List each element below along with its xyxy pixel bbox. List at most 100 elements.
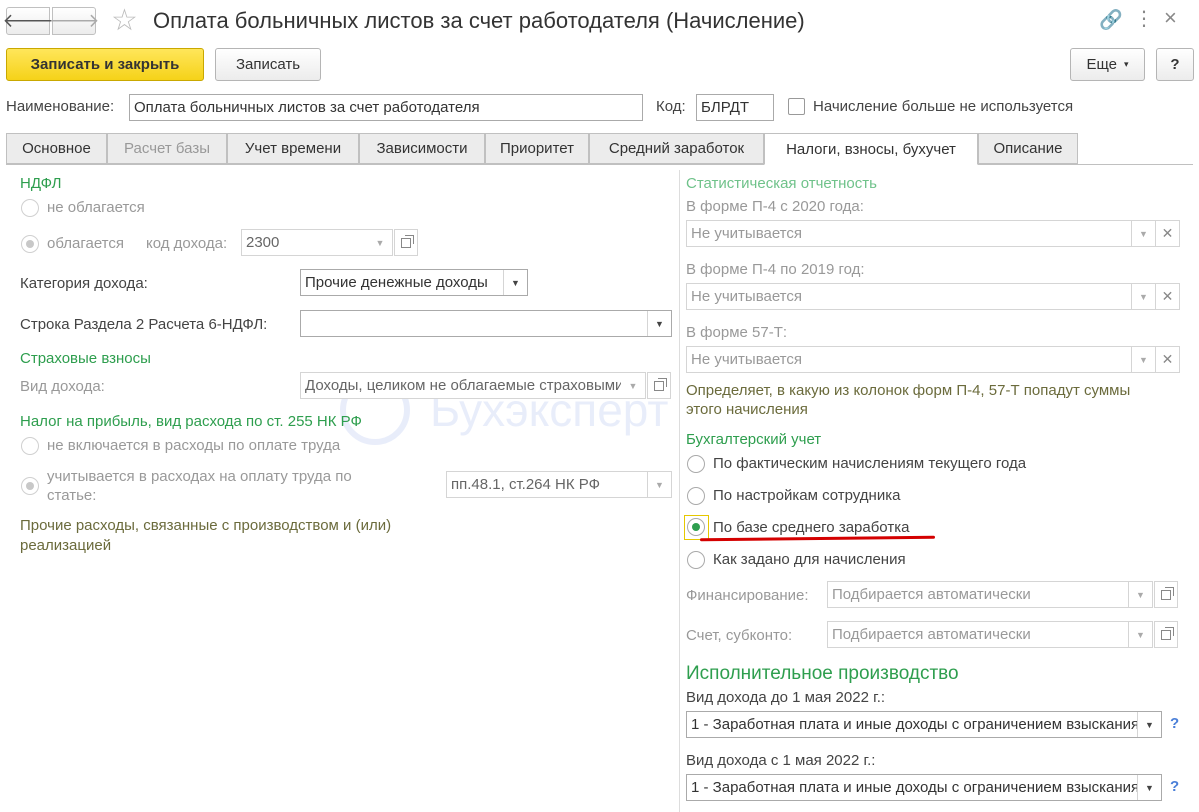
chevron-down-icon: ▼: [647, 311, 671, 336]
p4-2020-value: Не учитывается: [691, 225, 802, 242]
section2-select[interactable]: ▼: [300, 310, 672, 337]
more-button[interactable]: Еще ▾: [1070, 48, 1145, 81]
income-code-select[interactable]: 2300 ▼: [241, 229, 393, 256]
f57t-select[interactable]: Не учитывается ▼ ✕: [686, 346, 1180, 373]
included-label-line2: статье:: [47, 487, 97, 504]
forward-button[interactable]: 🡒: [49, 7, 99, 35]
income-code-open-button[interactable]: [394, 229, 418, 256]
chevron-down-icon: ▼: [647, 472, 671, 497]
save-and-close-button[interactable]: Записать и закрыть: [6, 48, 204, 81]
p4-2019-label: В форме П-4 по 2019 год:: [686, 261, 865, 278]
open-window-icon: [1161, 586, 1174, 600]
page-title: Оплата больничных листов за счет работод…: [153, 8, 805, 33]
included-radio[interactable]: [21, 477, 39, 495]
clear-icon[interactable]: ✕: [1155, 221, 1179, 246]
chevron-down-icon: ▼: [628, 380, 638, 391]
tabs-baseline: [6, 164, 1193, 165]
income-type-open-button[interactable]: [647, 372, 671, 399]
close-icon[interactable]: ×: [1164, 5, 1177, 31]
stat-title: Статистическая отчетность: [686, 175, 877, 192]
chevron-down-icon: ▼: [375, 237, 385, 248]
acc-option2-radio[interactable]: [687, 487, 705, 505]
other-expenses-line2: реализацией: [20, 537, 112, 554]
chevron-down-icon: ▼: [1128, 622, 1152, 647]
open-window-icon: [1161, 626, 1174, 640]
after-may-value: 1 - Заработная плата и иные доходы с огр…: [691, 779, 1137, 796]
after-may-help-icon[interactable]: ?: [1170, 778, 1179, 795]
chevron-down-icon: ▼: [1131, 284, 1155, 309]
p4-2019-select[interactable]: Не учитывается ▼ ✕: [686, 283, 1180, 310]
enforcement-title: Исполнительное производство: [686, 663, 959, 684]
income-category-select[interactable]: Прочие денежные доходы ▼: [300, 269, 528, 296]
ndfl-not-taxed-label: не облагается: [47, 199, 145, 216]
chevron-down-icon: ▼: [1128, 582, 1152, 607]
p4-2020-select[interactable]: Не учитывается ▼ ✕: [686, 220, 1180, 247]
article-select[interactable]: пп.48.1, ст.264 НК РФ ▼: [446, 471, 672, 498]
tab-time-accounting[interactable]: Учет времени: [227, 133, 359, 164]
included-label-line1: учитывается в расходах на оплату труда п…: [47, 468, 352, 485]
stat-note-line2: этого начисления: [686, 401, 808, 418]
ndfl-not-taxed-radio[interactable]: [21, 199, 39, 217]
acc-option2-label: По настройкам сотрудника: [713, 487, 901, 504]
more-actions-icon[interactable]: ⋮: [1134, 6, 1154, 31]
p4-2020-label: В форме П-4 с 2020 года:: [686, 198, 864, 215]
column-divider: [679, 170, 680, 812]
section2-label: Строка Раздела 2 Расчета 6-НДФЛ:: [20, 316, 268, 333]
before-may-value: 1 - Заработная плата и иные доходы с огр…: [691, 716, 1137, 733]
link-icon[interactable]: 🔗: [1099, 8, 1123, 32]
p4-2019-value: Не учитывается: [691, 288, 802, 305]
help-button[interactable]: ?: [1156, 48, 1194, 81]
back-button[interactable]: 🡐: [3, 7, 53, 35]
financing-open-button[interactable]: [1154, 581, 1178, 608]
code-input[interactable]: БЛРДТ: [696, 94, 774, 121]
arrow-left-icon: 🡐: [2, 11, 54, 32]
income-type-value: Доходы, целиком не облагаемые страховыми…: [305, 377, 621, 394]
clear-icon[interactable]: ✕: [1155, 284, 1179, 309]
name-input[interactable]: Оплата больничных листов за счет работод…: [129, 94, 643, 121]
chevron-down-icon: ▼: [503, 270, 527, 295]
tab-main[interactable]: Основное: [6, 133, 107, 164]
financing-label: Финансирование:: [686, 587, 809, 604]
article-value: пп.48.1, ст.264 НК РФ: [451, 476, 600, 493]
account-select[interactable]: Подбирается автоматически ▼: [827, 621, 1153, 648]
acc-option3-radio[interactable]: [687, 518, 705, 536]
account-open-button[interactable]: [1154, 621, 1178, 648]
clear-icon[interactable]: ✕: [1155, 347, 1179, 372]
before-may-select[interactable]: 1 - Заработная плата и иные доходы с огр…: [686, 711, 1162, 738]
ndfl-taxed-radio[interactable]: [21, 235, 39, 253]
unused-checkbox[interactable]: [788, 98, 805, 115]
other-expenses-line1: Прочие расходы, связанные с производство…: [20, 517, 392, 534]
tab-base-calc[interactable]: Расчет базы: [107, 133, 227, 164]
unused-label: Начисление больше не используется: [813, 98, 1074, 115]
save-button[interactable]: Записать: [215, 48, 321, 81]
insurance-title: Страховые взносы: [20, 350, 151, 367]
tab-average-earnings[interactable]: Средний заработок: [589, 133, 764, 164]
account-value: Подбирается автоматически: [832, 626, 1031, 643]
more-label: Еще: [1086, 56, 1117, 73]
income-code-value: 2300: [246, 234, 280, 251]
income-category-value: Прочие денежные доходы: [305, 274, 488, 291]
ndfl-title: НДФЛ: [20, 175, 62, 192]
acc-option4-radio[interactable]: [687, 551, 705, 569]
tab-taxes[interactable]: Налоги, взносы, бухучет: [764, 133, 978, 165]
highlight-underline: [699, 535, 936, 542]
chevron-down-icon: ▾: [1124, 59, 1129, 69]
acc-option4-label: Как задано для начисления: [713, 551, 906, 568]
tab-dependencies[interactable]: Зависимости: [359, 133, 485, 164]
income-type-label: Вид дохода:: [20, 378, 105, 395]
star-icon[interactable]: ☆: [111, 4, 138, 38]
acc-option1-radio[interactable]: [687, 455, 705, 473]
before-may-help-icon[interactable]: ?: [1170, 715, 1179, 732]
accounting-title: Бухгалтерский учет: [686, 431, 822, 448]
income-category-label: Категория дохода:: [20, 275, 148, 292]
financing-select[interactable]: Подбирается автоматически ▼: [827, 581, 1153, 608]
acc-option3-label: По базе среднего заработка: [713, 519, 910, 536]
not-included-radio[interactable]: [21, 437, 39, 455]
open-window-icon: [401, 234, 414, 248]
tab-description[interactable]: Описание: [978, 133, 1078, 164]
tab-priority[interactable]: Приоритет: [485, 133, 589, 164]
financing-value: Подбирается автоматически: [832, 586, 1031, 603]
after-may-select[interactable]: 1 - Заработная плата и иные доходы с огр…: [686, 774, 1162, 801]
name-label: Наименование:: [6, 98, 115, 115]
income-type-select[interactable]: Доходы, целиком не облагаемые страховыми…: [300, 372, 646, 399]
